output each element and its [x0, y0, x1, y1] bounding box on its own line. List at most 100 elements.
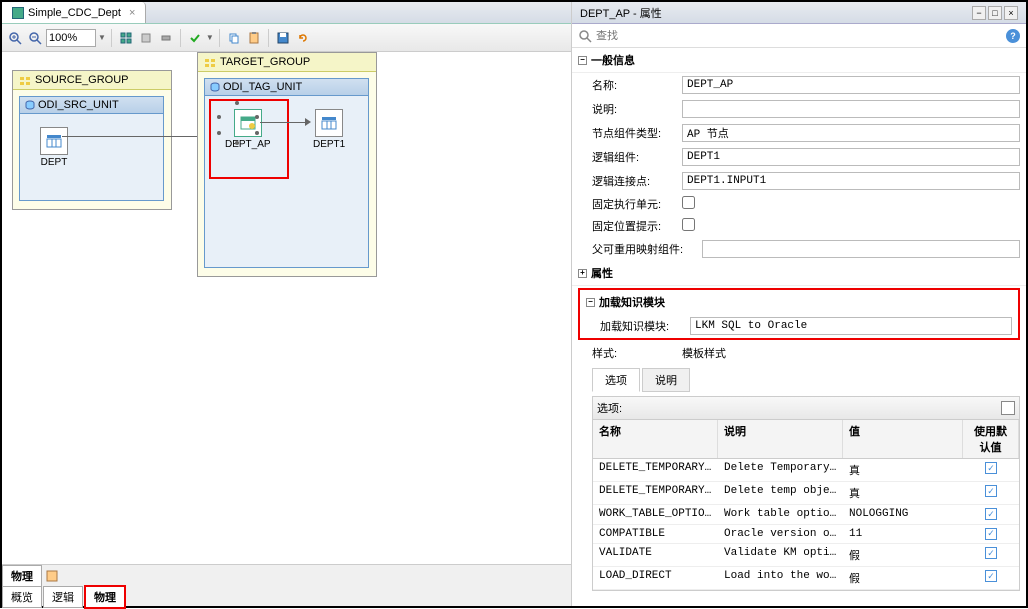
validate-dropdown[interactable]: ▼	[206, 33, 214, 42]
source-group-title: SOURCE_GROUP	[35, 74, 129, 86]
opt-def[interactable]: ✓	[963, 460, 1019, 480]
target-group-title: TARGET_GROUP	[220, 56, 310, 68]
option-row[interactable]: DELETE_TEMPORARY_...Delete temp objec...…	[593, 482, 1019, 505]
opt-val[interactable]: 假	[843, 545, 963, 565]
option-row[interactable]: WORK_TABLE_OPTIONSWork table optionsNOLO…	[593, 505, 1019, 525]
search-input[interactable]	[596, 30, 1006, 42]
editor-tab-bar: Simple_CDC_Dept ×	[2, 2, 571, 24]
mapping-icon	[12, 7, 24, 19]
opt-def[interactable]: ✓	[963, 506, 1019, 523]
close-button[interactable]: ×	[1004, 6, 1018, 20]
tab-physical-top[interactable]: 物理	[2, 565, 42, 587]
zoom-select[interactable]	[46, 29, 96, 47]
tab-description[interactable]: 说明	[642, 368, 690, 392]
label-nodetype: 节点组件类型:	[592, 125, 682, 141]
target-group[interactable]: TARGET_GROUP ODI_TAG_UNIT	[197, 52, 377, 277]
section-attrs[interactable]: + 属性	[572, 261, 1026, 286]
properties-panel: DEPT_AP - 属性 − □ × ? − 一般信息 名称: 说明: 节点组件…	[572, 2, 1026, 606]
options-header-label: 选项:	[597, 400, 622, 416]
col-desc[interactable]: 说明	[718, 420, 843, 458]
input-name[interactable]	[682, 76, 1020, 94]
label-logiccomp: 逻辑组件:	[592, 149, 682, 165]
check-pos[interactable]	[682, 218, 695, 231]
close-icon[interactable]: ×	[129, 7, 135, 19]
properties-title-bar: DEPT_AP - 属性 − □ ×	[572, 2, 1026, 24]
dept1-label: DEPT1	[313, 139, 345, 150]
source-unit[interactable]: ODI_SRC_UNIT DEPT	[19, 96, 164, 201]
refresh-icon[interactable]	[294, 29, 312, 47]
tab-overview[interactable]: 概览	[2, 586, 42, 608]
maximize-button[interactable]: □	[988, 6, 1002, 20]
editor-panel: Simple_CDC_Dept × ▼ ▼	[2, 2, 572, 606]
tab-physical[interactable]: 物理	[84, 585, 126, 609]
lkm-highlight: − 加载知识模块 加载知识模块:	[578, 288, 1020, 340]
zoom-in-icon[interactable]	[6, 29, 24, 47]
expand-all-icon[interactable]	[117, 29, 135, 47]
col-val[interactable]: 值	[843, 420, 963, 458]
opt-def[interactable]: ✓	[963, 526, 1019, 543]
help-icon[interactable]: ?	[1006, 29, 1020, 43]
grid-view-icon[interactable]	[1001, 401, 1015, 415]
tab-options-icon[interactable]	[45, 569, 59, 583]
minimize-button[interactable]: −	[972, 6, 986, 20]
section-general-title: 一般信息	[591, 52, 635, 68]
opt-name: VALIDATE	[593, 545, 718, 565]
option-row[interactable]: VALIDATEValidate KM options假✓	[593, 544, 1019, 567]
opt-val[interactable]: 真	[843, 460, 963, 480]
opt-val[interactable]: 11	[843, 526, 963, 543]
zoom-out-icon[interactable]	[26, 29, 44, 47]
source-group[interactable]: SOURCE_GROUP ODI_SRC_UNIT DEPT	[12, 70, 172, 210]
hide-icon[interactable]	[157, 29, 175, 47]
option-row[interactable]: COMPATIBLEOracle version of...11✓	[593, 525, 1019, 545]
label-exec: 固定执行单元:	[592, 196, 682, 212]
table-icon	[315, 109, 343, 137]
col-def[interactable]: 使用默认值	[963, 420, 1019, 458]
source-unit-header: ODI_SRC_UNIT	[20, 97, 163, 114]
table-icon	[40, 127, 68, 155]
expand-icon[interactable]: +	[578, 269, 587, 278]
tab-logical[interactable]: 逻辑	[43, 586, 83, 608]
dept1-node[interactable]: DEPT1	[313, 109, 345, 150]
opt-def[interactable]: ✓	[963, 483, 1019, 503]
option-row[interactable]: DELETE_TEMPORARY_...Delete Temporary ...…	[593, 459, 1019, 482]
search-icon	[578, 29, 592, 43]
opt-val[interactable]: 真	[843, 483, 963, 503]
target-unit[interactable]: ODI_TAG_UNIT DEPT_AP	[204, 78, 369, 268]
collapse-icon[interactable]: −	[586, 298, 595, 307]
check-exec[interactable]	[682, 196, 695, 209]
option-row[interactable]: LOAD_DIRECTLoad into the wor...假✓	[593, 567, 1019, 590]
dept-node[interactable]: DEPT	[40, 127, 68, 168]
editor-tab[interactable]: Simple_CDC_Dept ×	[2, 2, 146, 23]
label-pos: 固定位置提示:	[592, 218, 682, 234]
options-table: 选项: 名称 说明 值 使用默认值 DELETE_TEMPORARY_...De…	[592, 396, 1020, 591]
opt-def[interactable]: ✓	[963, 545, 1019, 565]
source-group-header: SOURCE_GROUP	[13, 71, 171, 90]
zoom-dropdown[interactable]: ▼	[98, 33, 106, 42]
section-lkm[interactable]: − 加载知识模块	[580, 290, 1018, 314]
unit-icon	[210, 82, 220, 92]
search-bar: ?	[572, 24, 1026, 48]
collapse-icon[interactable]	[137, 29, 155, 47]
inner-connection	[260, 122, 305, 123]
input-lkm[interactable]	[690, 317, 1012, 335]
dept-ap-node[interactable]: DEPT_AP	[225, 109, 271, 150]
opt-desc: Work table options	[718, 506, 843, 523]
dept-ap-label: DEPT_AP	[225, 139, 271, 150]
input-logiccomp	[682, 148, 1020, 166]
save-icon[interactable]	[274, 29, 292, 47]
mapping-canvas[interactable]: SOURCE_GROUP ODI_SRC_UNIT DEPT	[2, 52, 571, 564]
toolbar: ▼ ▼	[2, 24, 571, 52]
opt-val[interactable]: 假	[843, 568, 963, 588]
opt-val[interactable]: NOLOGGING	[843, 506, 963, 523]
copy-icon[interactable]	[225, 29, 243, 47]
input-desc[interactable]	[682, 100, 1020, 118]
collapse-icon[interactable]: −	[578, 56, 587, 65]
paste-icon[interactable]	[245, 29, 263, 47]
validate-icon[interactable]	[186, 29, 204, 47]
col-name[interactable]: 名称	[593, 420, 718, 458]
option-tabs: 选项 说明	[572, 364, 1026, 392]
section-general[interactable]: − 一般信息	[572, 48, 1026, 73]
opt-name: COMPATIBLE	[593, 526, 718, 543]
opt-def[interactable]: ✓	[963, 568, 1019, 588]
tab-options[interactable]: 选项	[592, 368, 640, 392]
